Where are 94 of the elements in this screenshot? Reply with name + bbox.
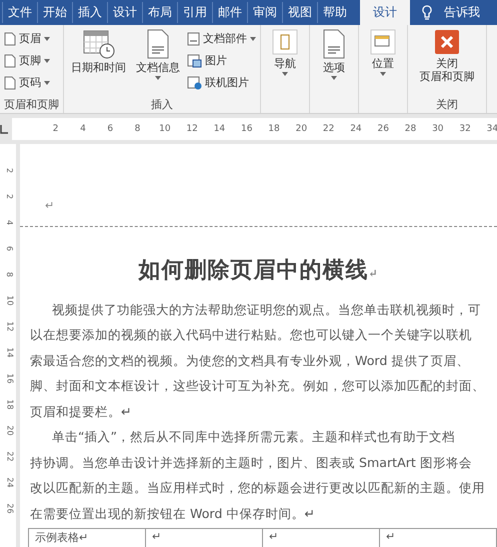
- table-cell[interactable]: ↵: [380, 529, 497, 547]
- table-cell[interactable]: ↵: [263, 529, 380, 547]
- ruler-number: 4: [79, 124, 87, 134]
- ruler-number: 18: [4, 399, 14, 410]
- document-title: 如何删除页眉中的横线↵: [137, 256, 380, 284]
- ribbon-button[interactable]: 日期和时间: [68, 27, 129, 76]
- ruler-number: 14: [4, 347, 14, 358]
- ruler-number: 30: [431, 124, 445, 134]
- body-text-line: 单击“插入”，然后从不同库中选择所需元素。主题和样式也有助于文档: [51, 428, 456, 446]
- document-parts-icon: [187, 32, 200, 46]
- group-label: 插入: [150, 97, 174, 113]
- body-text-line: 索最适合您的文档的视频。为使您的文档具有专业外观，Word 提供了页眉、: [29, 352, 470, 370]
- ruler-number: 20: [4, 425, 14, 436]
- ruler-number: 8: [134, 124, 142, 134]
- ruler-number: 20: [294, 124, 308, 134]
- navigation-icon: [272, 29, 298, 55]
- ruler-number: 10: [158, 124, 172, 134]
- picture-icon: [187, 54, 202, 68]
- ruler-number: 26: [4, 503, 14, 514]
- ribbon-tab[interactable]: 审阅: [247, 2, 282, 23]
- document-icon: [322, 29, 346, 59]
- ruler-number: 16: [4, 373, 14, 384]
- page-icon: [4, 76, 16, 90]
- ribbon-button[interactable]: 页脚: [4, 51, 50, 70]
- ribbon-button[interactable]: 图片: [187, 51, 256, 70]
- position-icon: [370, 29, 396, 55]
- ribbon-tab[interactable]: 开始: [37, 2, 72, 23]
- body-text-line: 视频提供了功能强大的方法帮助您证明您的观点。当您单击联机视频时，可: [51, 300, 482, 318]
- ribbon-button[interactable]: 联机图片: [187, 73, 256, 92]
- ribbon-tab[interactable]: 插入: [72, 2, 107, 23]
- ruler-number: 22: [322, 124, 336, 134]
- ribbon-button[interactable]: 导航: [265, 27, 305, 78]
- body-text-line: 改以匹配新的主题。当应用样式时，您的标题会进行更改以匹配新的主题。使用: [29, 479, 486, 497]
- ribbon-button[interactable]: 位置: [363, 27, 403, 78]
- ribbon-tab[interactable]: 布局: [142, 2, 177, 23]
- header-area[interactable]: ↵: [20, 144, 497, 226]
- calendar-clock-icon: [82, 29, 114, 59]
- ruler-number: 8: [4, 272, 14, 278]
- ribbon-button[interactable]: 文档信息: [133, 27, 183, 82]
- document-icon: [146, 29, 170, 59]
- lightbulb-icon: [422, 5, 432, 20]
- ruler-number: 14: [212, 124, 226, 134]
- ruler-number: 2: [52, 124, 60, 134]
- page-icon: [4, 54, 16, 68]
- ruler-number: 24: [4, 477, 14, 488]
- group-label: 页眉和页脚: [4, 97, 59, 113]
- ribbon-button[interactable]: 页眉: [4, 29, 50, 48]
- ruler-number: 6: [106, 124, 114, 134]
- body-text-line: 脚、封面和文本框设计，这些设计可互为补充。例如，您可以添加匹配的封面、: [29, 377, 486, 395]
- ruler-number: 12: [4, 321, 14, 332]
- ribbon-button[interactable]: 选项: [314, 27, 354, 82]
- caret-icon: [44, 58, 50, 62]
- body-text-line: 持协调。当您单击设计并选择新的主题时，图片、图表或 SmartArt 图形将会: [29, 454, 473, 472]
- ruler-number: 6: [4, 246, 14, 252]
- table-cell[interactable]: 示例表格↵: [29, 529, 146, 547]
- ruler-number: 4: [4, 220, 14, 226]
- ribbon-tab[interactable]: 帮助: [317, 2, 352, 23]
- ribbon-tab[interactable]: 引用: [177, 2, 212, 23]
- ruler-number: 24: [349, 124, 363, 134]
- caret-icon: [155, 76, 161, 80]
- page-icon: [4, 32, 16, 46]
- body-text-line: 在需要位置出现的新按钮在 Word 中保存时间。↵: [29, 504, 316, 522]
- ribbon-button[interactable]: 文档部件: [187, 29, 256, 48]
- ruler-number: 28: [404, 124, 418, 134]
- body-text-line: 以在想要添加的视频的嵌入代码中进行粘贴。您也可以键入一个关键字以联机: [29, 326, 473, 344]
- caret-icon: [44, 36, 50, 40]
- ruler-number: 32: [458, 124, 472, 134]
- body-text-line: 页眉和提要栏。↵: [29, 402, 133, 420]
- group-label: 关闭: [435, 97, 459, 113]
- ribbon-button[interactable]: 关闭 页眉和页脚: [412, 27, 482, 86]
- ribbon-button[interactable]: 页码: [4, 73, 50, 92]
- ruler-number: 16: [240, 124, 254, 134]
- ruler-number: 12: [185, 124, 199, 134]
- caret-icon: [250, 36, 256, 40]
- ruler-number: 22: [4, 451, 14, 462]
- table-cell[interactable]: ↵: [146, 529, 263, 547]
- ribbon-tab[interactable]: 邮件: [212, 2, 247, 23]
- tell-me-field[interactable]: 告诉我: [444, 4, 480, 21]
- ruler-number: 10: [4, 295, 14, 306]
- ribbon-tab[interactable]: 文件: [2, 2, 37, 23]
- caret-icon: [331, 76, 337, 80]
- caret-icon: [380, 72, 386, 76]
- ruler-number: 18: [267, 124, 281, 134]
- ruler-number: 26: [376, 124, 390, 134]
- ruler-number: 2: [4, 194, 14, 200]
- ribbon-tab[interactable]: 设计: [107, 2, 142, 23]
- close-icon: [434, 29, 460, 55]
- ribbon-tab[interactable]: 设计: [360, 0, 410, 25]
- online-picture-icon: [187, 76, 202, 90]
- caret-icon: [282, 72, 288, 76]
- ribbon-tab[interactable]: 视图: [282, 2, 317, 23]
- caret-icon: [44, 80, 50, 84]
- ruler-number: 2: [4, 168, 14, 174]
- paragraph-mark: ↵: [45, 198, 54, 212]
